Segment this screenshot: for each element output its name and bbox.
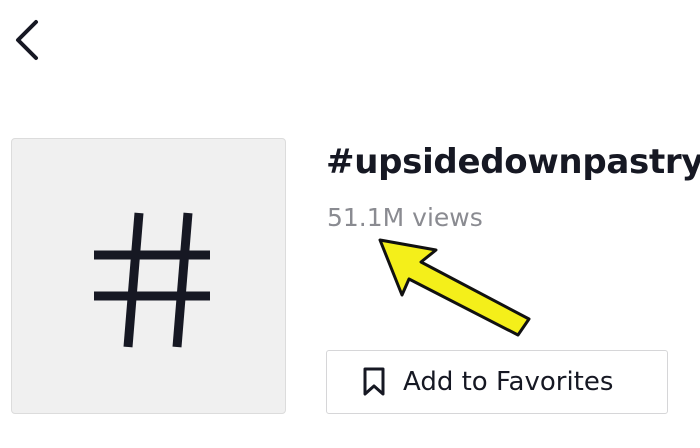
add-to-favorites-label: Add to Favorites <box>403 367 614 397</box>
hashtag-page: #upsidedownpastry 51.1M views Add to Fav… <box>0 0 700 448</box>
hashtag-icon <box>94 212 210 348</box>
chevron-left-icon <box>16 20 38 60</box>
add-to-favorites-button[interactable]: Add to Favorites <box>326 350 668 414</box>
hashtag-thumbnail <box>11 138 286 414</box>
back-button[interactable] <box>6 14 50 66</box>
bookmark-icon <box>361 367 387 397</box>
hashtag-title: #upsidedownpastry <box>326 142 700 182</box>
view-count: 51.1M views <box>327 203 483 232</box>
